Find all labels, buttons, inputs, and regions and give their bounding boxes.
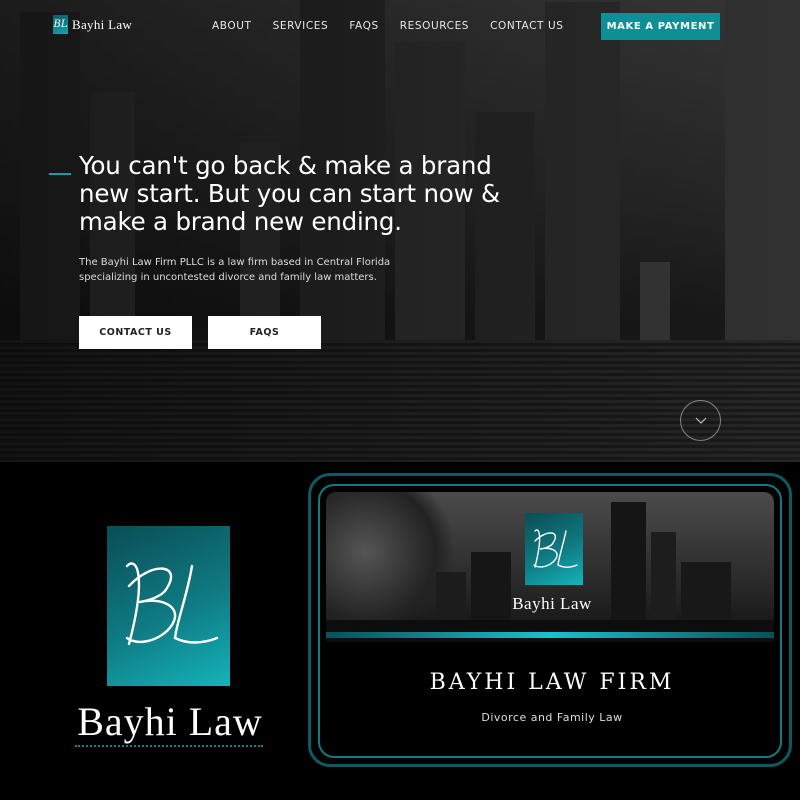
nav-item-services[interactable]: SERVICES bbox=[273, 20, 329, 32]
business-card: Bayhi Law BAYHI LAW FIRM Divorce and Fam… bbox=[318, 484, 782, 758]
nav-item-about[interactable]: ABOUT bbox=[212, 20, 252, 32]
main-menu: ABOUT SERVICES FAQS RESOURCES CONTACT US bbox=[212, 20, 585, 32]
card-accent-stripe bbox=[326, 632, 774, 638]
scroll-down-button[interactable] bbox=[680, 400, 721, 441]
card-logo-mark bbox=[525, 513, 583, 585]
chevron-down-icon bbox=[695, 417, 706, 424]
contact-us-button[interactable]: CONTACT US bbox=[79, 316, 192, 349]
top-nav: BL Bayhi Law ABOUT SERVICES FAQS RESOURC… bbox=[0, 0, 800, 54]
nav-item-faqs[interactable]: FAQS bbox=[349, 20, 378, 32]
card-title: BAYHI LAW FIRM bbox=[429, 670, 675, 695]
brand-logo-mark bbox=[107, 526, 230, 686]
nav-item-contact-us[interactable]: CONTACT US bbox=[490, 20, 563, 32]
brand-logo-divider bbox=[75, 745, 263, 747]
brand-logo-name: Bayhi Law bbox=[77, 699, 263, 744]
card-subtitle: Divorce and Family Law bbox=[481, 711, 623, 724]
make-payment-button[interactable]: MAKE A PAYMENT bbox=[601, 13, 720, 40]
hero-section: BL Bayhi Law ABOUT SERVICES FAQS RESOURC… bbox=[0, 0, 800, 462]
logo-name: Bayhi Law bbox=[72, 16, 133, 32]
site-logo[interactable]: BL Bayhi Law bbox=[53, 15, 132, 34]
nav-item-resources[interactable]: RESOURCES bbox=[400, 20, 469, 32]
faqs-button[interactable]: FAQS bbox=[208, 316, 321, 349]
brand-logo: Bayhi Law bbox=[45, 526, 295, 756]
logo-mark: BL bbox=[53, 15, 68, 34]
card-banner-name: Bayhi Law bbox=[512, 594, 592, 613]
headline-accent-line bbox=[49, 173, 71, 175]
hero-subtext: The Bayhi Law Firm PLLC is a law firm ba… bbox=[79, 257, 391, 283]
hero-headline: You can't go back & make a brand new sta… bbox=[79, 151, 500, 236]
